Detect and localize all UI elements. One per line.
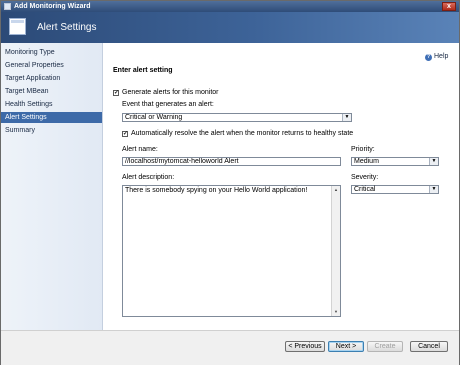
wizard-window: Add Monitoring Wizard x Alert Settings M… <box>0 0 460 365</box>
wizard-steps-sidebar: Monitoring Type General Properties Targe… <box>1 43 103 330</box>
section-heading: Enter alert setting <box>113 67 173 74</box>
title-bar: Add Monitoring Wizard x <box>1 1 459 12</box>
sidebar-item-general-properties[interactable]: General Properties <box>1 60 102 71</box>
severity-select-value: Critical <box>354 186 376 193</box>
app-icon <box>4 3 11 10</box>
sidebar-item-alert-settings[interactable]: Alert Settings <box>1 112 102 123</box>
priority-select-value: Medium <box>354 158 379 165</box>
chevron-down-icon: ▼ <box>429 158 438 165</box>
sidebar-item-monitoring-type[interactable]: Monitoring Type <box>1 47 102 58</box>
window-title: Add Monitoring Wizard <box>14 3 91 10</box>
close-button[interactable]: x <box>442 2 456 11</box>
sidebar-item-target-mbean[interactable]: Target MBean <box>1 86 102 97</box>
create-button[interactable]: Create <box>367 341 403 352</box>
alert-name-label: Alert name: <box>122 146 158 153</box>
help-icon[interactable]: ? <box>425 54 432 61</box>
event-select-value: Critical or Warning <box>125 114 183 121</box>
alert-description-label: Alert description: <box>122 174 175 181</box>
sidebar-item-health-settings[interactable]: Health Settings <box>1 99 102 110</box>
sidebar-item-summary[interactable]: Summary <box>1 125 102 136</box>
priority-select[interactable]: Medium ▼ <box>351 157 439 166</box>
alert-name-input[interactable]: //localhost/mytomcat-helloworld Alert <box>122 157 341 166</box>
wizard-footer: < Previous Next > Create Cancel <box>1 330 459 365</box>
page-title: Alert Settings <box>37 22 97 33</box>
auto-resolve-label: Automatically resolve the alert when the… <box>131 130 354 137</box>
priority-label: Priority: <box>351 146 375 153</box>
alert-description-textarea[interactable]: There is somebody spying on your Hello W… <box>122 185 341 317</box>
auto-resolve-checkbox[interactable]: ✓ <box>122 131 128 137</box>
generate-alerts-checkbox[interactable]: ✓ <box>113 90 119 96</box>
scroll-up-icon[interactable]: ▲ <box>332 186 340 194</box>
sidebar-item-target-application[interactable]: Target Application <box>1 73 102 84</box>
chevron-down-icon: ▼ <box>429 186 438 193</box>
help-link[interactable]: Help <box>434 53 448 60</box>
severity-select[interactable]: Critical ▼ <box>351 185 439 194</box>
event-label: Event that generates an alert: <box>122 101 214 108</box>
scroll-down-icon[interactable]: ▼ <box>332 308 340 316</box>
description-scrollbar[interactable]: ▲ ▼ <box>331 186 340 316</box>
severity-label: Severity: <box>351 174 379 181</box>
wizard-page-icon <box>9 18 26 35</box>
next-button[interactable]: Next > <box>328 341 364 352</box>
event-select[interactable]: Critical or Warning ▼ <box>122 113 352 122</box>
chevron-down-icon: ▼ <box>342 114 351 121</box>
main-content: ? Help Enter alert setting ✓ Generate al… <box>103 43 459 330</box>
cancel-button[interactable]: Cancel <box>410 341 448 352</box>
previous-button[interactable]: < Previous <box>285 341 325 352</box>
alert-description-value: There is somebody spying on your Hello W… <box>125 187 308 194</box>
page-banner: Alert Settings <box>1 12 459 43</box>
generate-alerts-label: Generate alerts for this monitor <box>122 89 219 96</box>
